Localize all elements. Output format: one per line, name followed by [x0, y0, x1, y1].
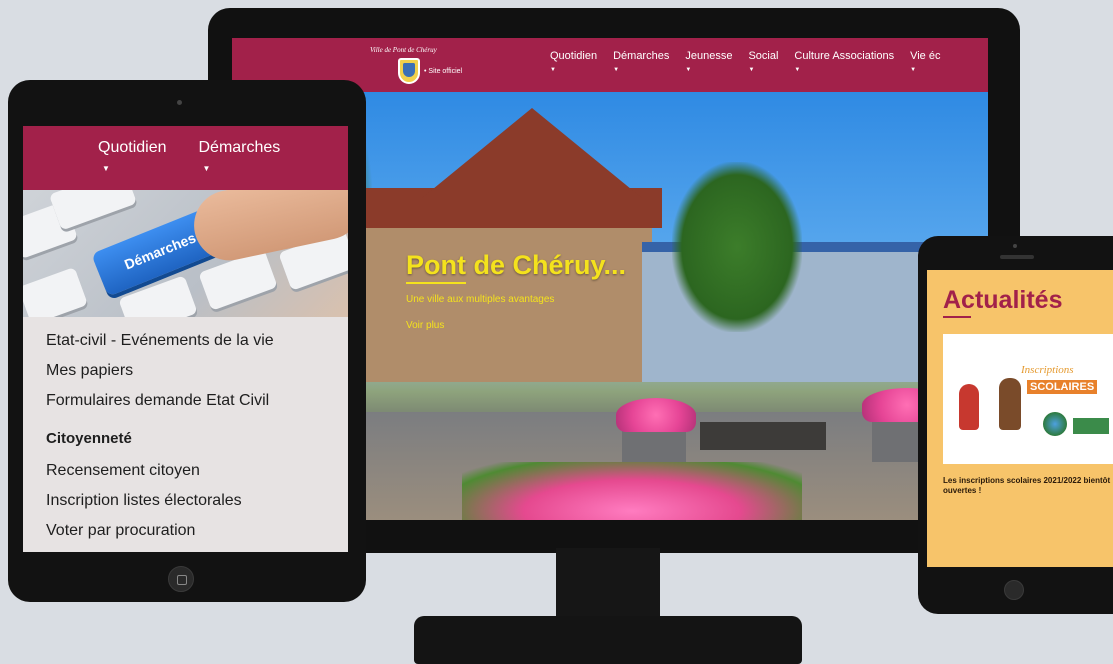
menu-item-culture-associations[interactable]: Culture Associations ▼	[794, 50, 894, 73]
menu-item-jeunesse[interactable]: Jeunesse ▼	[685, 50, 732, 73]
flowerbed-image	[462, 462, 802, 520]
link-formulaires[interactable]: Formulaires demande Etat Civil	[46, 391, 274, 421]
coat-of-arms-icon[interactable]	[398, 58, 420, 84]
menu-item-label: Démarches	[613, 50, 670, 62]
menu-item-quotidien[interactable]: Quotidien ▼	[98, 139, 167, 173]
menu-item-label: Vie éc	[910, 50, 941, 62]
child-illustration	[959, 384, 979, 430]
books-illustration	[1073, 418, 1109, 434]
tablet-link-list: Etat-civil - Evénements de la vie Mes pa…	[46, 331, 274, 551]
camera-icon	[1013, 244, 1017, 248]
caret-down-icon: ▼	[685, 67, 692, 73]
hero-title: Pont de Chéruy...	[406, 250, 627, 280]
monitor-base	[414, 616, 802, 664]
section-title-citoyennete: Citoyenneté	[46, 430, 132, 447]
desktop-main-menu: Quotidien ▼ Démarches ▼ Jeunesse ▼ Socia…	[550, 50, 940, 73]
keyboard-key	[23, 266, 89, 317]
menu-item-quotidien[interactable]: Quotidien ▼	[550, 50, 597, 73]
menu-item-label: Quotidien	[550, 50, 598, 62]
camera-icon	[177, 100, 182, 105]
tree-image	[672, 162, 802, 332]
tablet-navbar: Quotidien ▼ Démarches ▼	[23, 126, 348, 190]
link-voter-procuration[interactable]: Voter par procuration	[46, 521, 274, 551]
news-card-image[interactable]: Inscriptions SCOLAIRES	[943, 334, 1113, 464]
menu-item-label: Jeunesse	[685, 50, 733, 62]
link-inscription-listes[interactable]: Inscription listes électorales	[46, 491, 274, 521]
roof-image	[422, 108, 642, 198]
menu-item-demarches[interactable]: Démarches ▼	[613, 50, 669, 73]
menu-item-label: Démarches	[198, 139, 281, 156]
keyboard-photo: Démarches	[23, 190, 348, 317]
menu-item-demarches[interactable]: Démarches ▼	[199, 139, 281, 173]
card-banner-text: SCOLAIRES	[1027, 380, 1098, 394]
caret-down-icon: ▼	[748, 67, 755, 73]
hero-more-link[interactable]: Voir plus	[406, 320, 444, 331]
menu-item-vie-economique[interactable]: Vie éc ▼	[910, 50, 940, 73]
card-script-text: Inscriptions	[1021, 364, 1074, 376]
caret-down-icon: ▼	[794, 67, 801, 73]
link-recensement[interactable]: Recensement citoyen	[46, 461, 274, 491]
hero-title-underline	[406, 282, 466, 284]
demarches-key-label: Démarches	[122, 229, 198, 273]
menu-item-social[interactable]: Social ▼	[748, 50, 778, 73]
caret-down-icon: ▼	[102, 164, 110, 173]
tablet-main-menu: Quotidien ▼ Démarches ▼	[98, 139, 280, 173]
hero-subtitle: Une ville aux multiples avantages	[406, 294, 555, 305]
home-button-icon	[1004, 580, 1024, 600]
tablet-screen: Quotidien ▼ Démarches ▼ Démarches Etat-c…	[23, 126, 348, 552]
phone-screen: Actualités Inscriptions SCOLAIRES Les in…	[927, 270, 1113, 567]
child-illustration	[999, 378, 1021, 430]
monitor-stand	[556, 548, 660, 618]
site-logo-subtitle: • Site officiel	[424, 68, 463, 75]
caret-down-icon: ▼	[613, 67, 620, 73]
news-title-underline	[943, 316, 971, 318]
home-button-icon	[168, 566, 194, 592]
link-etat-civil[interactable]: Etat-civil - Evénements de la vie	[46, 331, 274, 361]
link-mes-papiers[interactable]: Mes papiers	[46, 361, 274, 391]
menu-item-label: Social	[748, 50, 779, 62]
caret-down-icon: ▼	[202, 164, 211, 173]
menu-item-label: Quotidien	[98, 139, 167, 156]
flower-box-image	[616, 398, 696, 432]
bench-image	[700, 422, 826, 450]
globe-icon	[1043, 412, 1067, 436]
keyboard-key	[48, 190, 138, 231]
site-logo-text[interactable]: Ville de Pont de Chéruy	[370, 46, 437, 54]
news-caption[interactable]: Les inscriptions scolaires 2021/2022 bie…	[943, 476, 1111, 496]
news-title: Actualités	[943, 286, 1063, 314]
caret-down-icon: ▼	[550, 67, 556, 73]
menu-item-label: Culture Associations	[794, 50, 895, 62]
caret-down-icon: ▼	[910, 67, 917, 73]
speaker-icon	[1000, 255, 1034, 259]
